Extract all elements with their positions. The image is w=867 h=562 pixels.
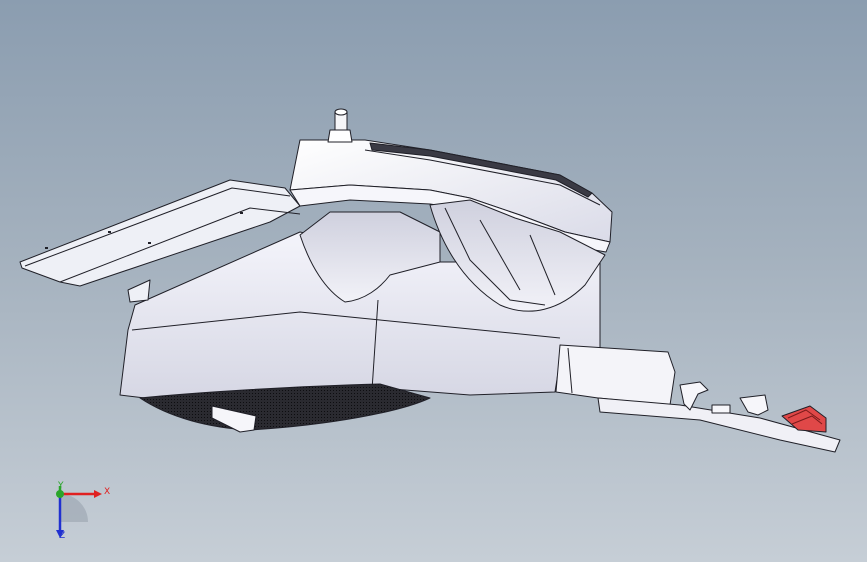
3d-part-model[interactable] bbox=[0, 0, 867, 562]
top-mount-clip[interactable] bbox=[327, 108, 353, 143]
x-axis-label: X bbox=[104, 487, 111, 497]
triad-origin-shadow bbox=[60, 494, 88, 522]
graphics-viewport[interactable]: X Y Z bbox=[0, 0, 867, 562]
triad-origin-icon bbox=[56, 490, 64, 498]
left-foot bbox=[127, 279, 151, 303]
right-step-block[interactable] bbox=[555, 344, 676, 406]
x-axis-arrow-icon bbox=[94, 490, 102, 498]
z-axis-label: Z bbox=[59, 531, 66, 541]
y-axis-label: Y bbox=[58, 481, 64, 491]
